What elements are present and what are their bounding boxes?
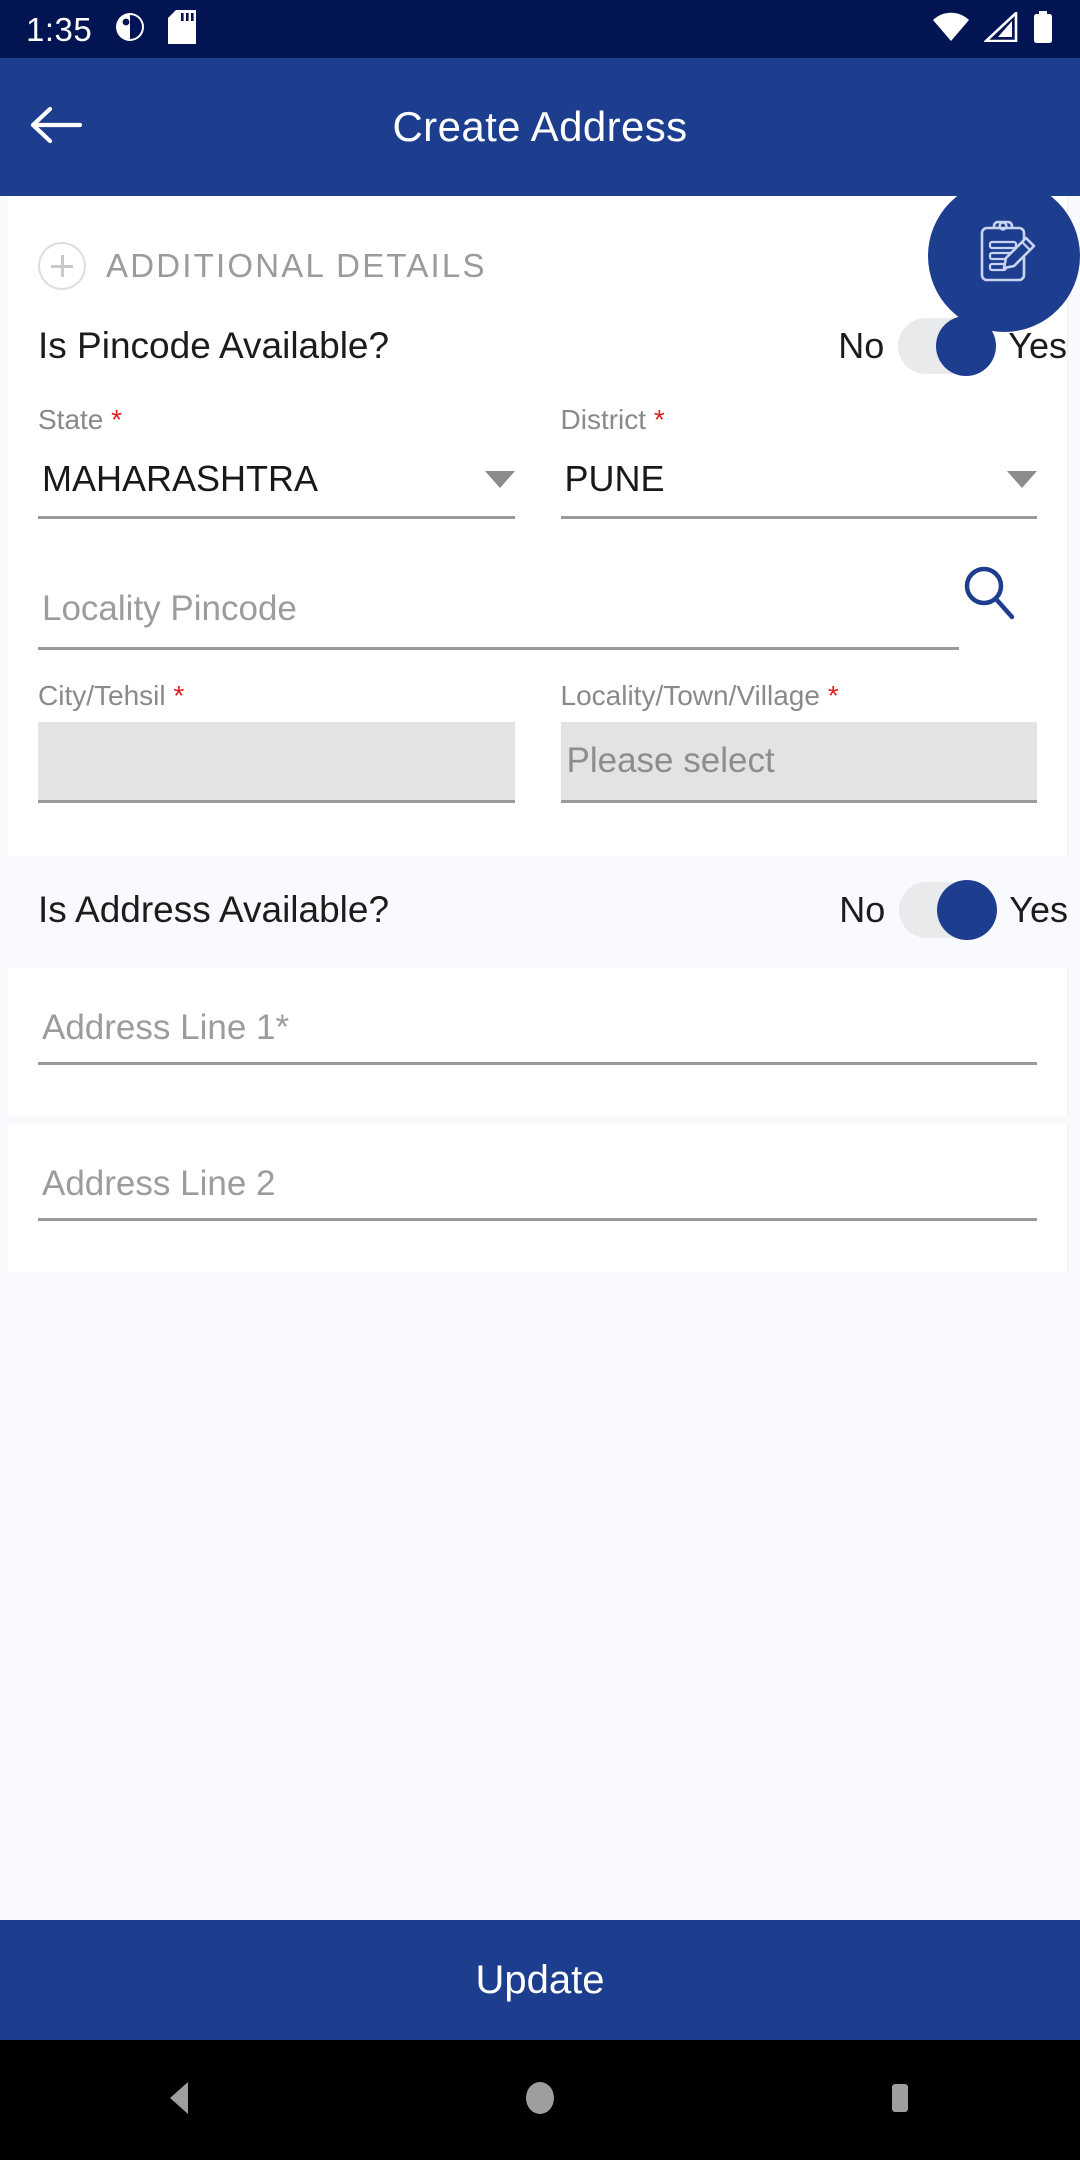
address-toggle-on-label: Yes	[1009, 889, 1068, 930]
status-bar-right	[932, 9, 1054, 48]
locality-town-village-required-marker: *	[827, 680, 839, 711]
clipboard-edit-icon	[966, 216, 1042, 297]
state-district-row: State * MAHARASHTRA District * PUNE	[8, 374, 1067, 519]
address-available-row: Is Address Available? No Yes	[8, 858, 1068, 940]
form-scroll-area[interactable]: ADDITIONAL DETAILS Is Pincode Available?…	[0, 196, 1080, 1920]
locality-town-village-value[interactable]: Please select	[560, 722, 1037, 800]
nav-home-icon	[518, 2076, 562, 2125]
pincode-available-label: Is Pincode Available?	[38, 325, 390, 366]
locality-pincode-underline	[38, 647, 959, 650]
state-underline	[38, 516, 515, 519]
locality-pincode-placeholder: Locality Pincode	[42, 589, 297, 628]
switch-knob	[937, 880, 998, 940]
district-select[interactable]: PUNE	[561, 436, 1037, 516]
state-value: MAHARASHTRA	[42, 458, 319, 499]
pincode-toggle-off-label: No	[838, 325, 885, 366]
city-tehsil-field[interactable]: City/Tehsil *	[38, 680, 515, 803]
locality-town-village-field[interactable]: Locality/Town/Village * Please select	[560, 680, 1038, 803]
district-label-text: District	[560, 404, 647, 435]
address-available-toggle-group: No Yes	[839, 880, 1068, 940]
nav-recents-button[interactable]	[810, 2040, 990, 2160]
address-line-1-field[interactable]: Address Line 1*	[8, 968, 1067, 1065]
back-button[interactable]	[0, 58, 110, 196]
wifi-icon	[932, 12, 970, 47]
address-available-label: Is Address Available?	[38, 889, 390, 930]
status-time: 1:35	[26, 10, 93, 48]
city-tehsil-required-marker: *	[173, 680, 185, 711]
pincode-toggle-on-label: Yes	[1008, 325, 1067, 366]
state-label-text: State	[38, 404, 104, 435]
pincode-available-row: Is Pincode Available? No Yes	[8, 290, 1067, 376]
state-field[interactable]: State * MAHARASHTRA	[38, 404, 515, 519]
pincode-available-toggle-group: No Yes	[838, 316, 1067, 376]
back-arrow-icon	[28, 104, 83, 151]
district-underline	[560, 516, 1037, 519]
status-bar-left: 1:35	[26, 9, 197, 49]
district-value: PUNE	[564, 458, 665, 499]
city-tehsil-label: City/Tehsil *	[38, 680, 515, 712]
address-line-1-placeholder: Address Line 1*	[42, 1008, 290, 1047]
nav-recents-icon	[878, 2076, 922, 2125]
nav-back-button[interactable]	[90, 2040, 270, 2160]
address-line-2-placeholder: Address Line 2	[42, 1164, 276, 1203]
address-available-band: Is Address Available? No Yes	[8, 858, 1068, 968]
locality-town-village-label-text: Locality/Town/Village	[560, 680, 820, 711]
state-select[interactable]: MAHARASHTRA	[38, 436, 515, 516]
update-button[interactable]: Update	[0, 1920, 1080, 2040]
status-bar: 1:35	[0, 0, 1080, 58]
city-tehsil-value[interactable]	[38, 722, 515, 800]
address-line-1-underline	[38, 1062, 1037, 1065]
city-locality-row: City/Tehsil * Locality/Town/Village * Pl…	[8, 650, 1067, 803]
app-bar: Create Address	[0, 58, 1080, 196]
section-header-additional-details[interactable]: ADDITIONAL DETAILS	[8, 196, 1067, 290]
nav-home-button[interactable]	[450, 2040, 630, 2160]
android-nav-bar	[0, 2040, 1080, 2160]
screenshot-icon	[114, 11, 146, 48]
section-title: ADDITIONAL DETAILS	[106, 247, 487, 284]
form-edit-fab[interactable]	[928, 180, 1080, 332]
battery-icon	[1032, 10, 1054, 48]
address-available-switch[interactable]	[899, 880, 998, 940]
chevron-down-icon[interactable]	[1007, 470, 1037, 488]
sd-card-icon	[168, 9, 197, 49]
state-label: State *	[38, 404, 515, 436]
additional-details-card: ADDITIONAL DETAILS Is Pincode Available?…	[8, 196, 1068, 861]
locality-town-village-underline	[560, 800, 1037, 803]
cellular-signal-icon	[982, 9, 1018, 47]
nav-back-icon	[158, 2076, 202, 2125]
city-tehsil-label-text: City/Tehsil	[38, 680, 166, 711]
city-tehsil-underline	[38, 800, 515, 803]
address-toggle-off-label: No	[839, 889, 886, 930]
address-line-2-card: Address Line 2	[8, 1124, 1068, 1272]
locality-pincode-field[interactable]: Locality Pincode	[38, 581, 959, 650]
plus-circle-icon[interactable]	[38, 242, 86, 290]
district-label: District *	[561, 404, 1038, 436]
district-field[interactable]: District * PUNE	[560, 404, 1038, 519]
address-line-1-card: Address Line 1*	[8, 968, 1068, 1116]
district-required-marker: *	[653, 404, 665, 435]
address-line-2-field[interactable]: Address Line 2	[8, 1124, 1067, 1221]
search-icon[interactable]	[959, 563, 1037, 628]
page-title: Create Address	[392, 103, 688, 150]
chevron-down-icon[interactable]	[484, 470, 515, 488]
address-line-2-underline	[38, 1218, 1037, 1221]
locality-town-village-label: Locality/Town/Village *	[561, 680, 1038, 712]
state-required-marker: *	[111, 404, 123, 435]
locality-pincode-row: Locality Pincode	[8, 519, 1067, 650]
